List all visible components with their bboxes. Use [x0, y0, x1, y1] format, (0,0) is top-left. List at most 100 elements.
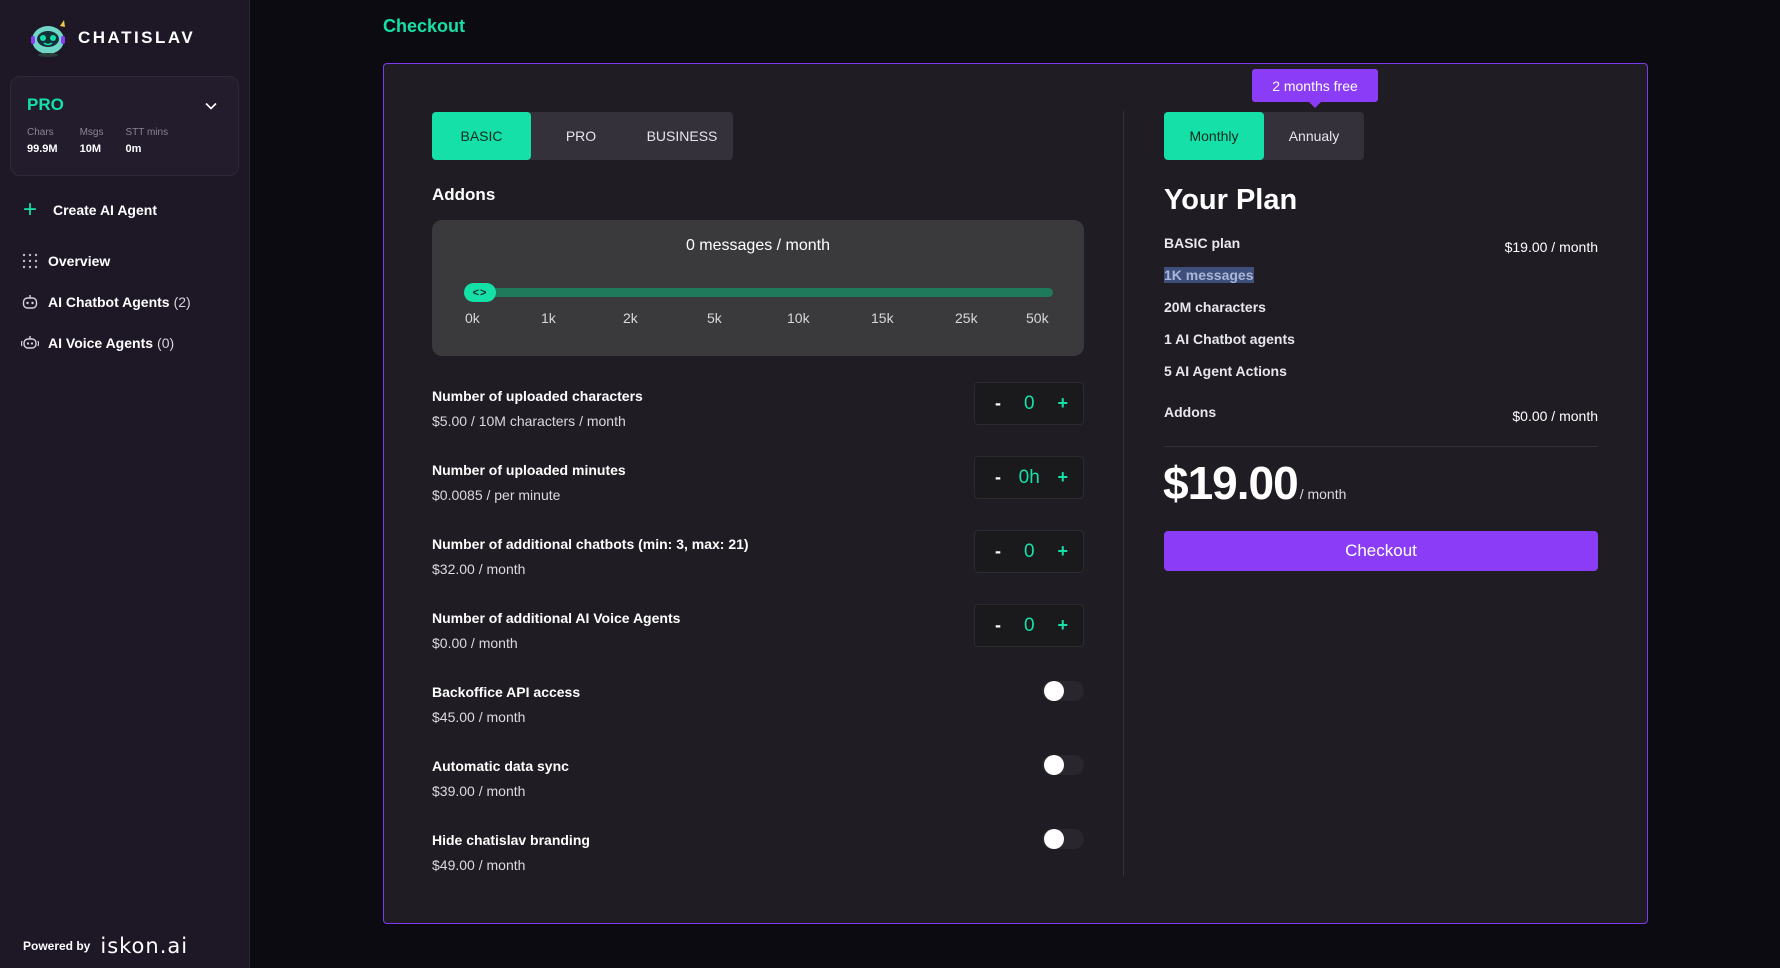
sidebar: CHATISLAV PRO Chars 99.9M Msgs 10M STT m… [0, 0, 250, 968]
addons-heading: Addons [432, 185, 496, 204]
checkout-button[interactable]: Checkout [1164, 531, 1598, 571]
addons-summary-price: $0.00 / month [1512, 408, 1598, 424]
addon-price: $32.00 / month [432, 561, 526, 577]
slider-tick: 5k [707, 310, 722, 326]
voice-robot-icon [21, 336, 39, 349]
decrement-button[interactable]: - [995, 393, 1001, 414]
addon-uploaded-characters: Number of uploaded characters $5.00 / 10… [432, 382, 1084, 436]
decrement-button[interactable]: - [995, 541, 1001, 562]
robot-icon [22, 295, 38, 309]
tab-basic[interactable]: BASIC [432, 112, 531, 160]
create-ai-agent-label: Create AI Agent [53, 202, 157, 218]
stepper-value: 0 [1023, 614, 1035, 636]
minutes-stepper: - 0h + [974, 456, 1084, 499]
addon-backoffice-api: Backoffice API access $45.00 / month [432, 681, 1084, 732]
stepper-value: 0h [1018, 466, 1040, 488]
slider-tick: 25k [955, 310, 978, 326]
plan-selector[interactable]: PRO Chars 99.9M Msgs 10M STT mins 0m [10, 76, 239, 176]
usage-stat-stt: STT mins 0m [125, 127, 168, 155]
addon-price: $0.00 / month [432, 635, 518, 651]
addon-price: $45.00 / month [432, 709, 526, 725]
usage-stat-msgs: Msgs 10M [80, 127, 104, 155]
promo-badge-pointer [1308, 101, 1322, 108]
iskon-logo: iskon.ai [100, 934, 189, 958]
total-unit: / month [1299, 486, 1347, 502]
sidebar-item-chatbot-agents[interactable]: AI Chatbot Agents (2) [21, 293, 191, 311]
column-divider [1123, 111, 1124, 876]
total-price: $19.00 / month [1163, 456, 1346, 510]
stat-label: STT mins [125, 127, 169, 138]
plan-price: $19.00 / month [1504, 239, 1598, 255]
usage-stat-chars: Chars 99.9M [27, 127, 58, 155]
addon-additional-chatbots: Number of additional chatbots (min: 3, m… [432, 530, 1084, 584]
addon-price: $0.0085 / per minute [432, 487, 561, 503]
increment-button[interactable]: + [1057, 467, 1068, 488]
plan-feature: 5 AI Agent Actions [1164, 363, 1287, 379]
sidebar-item-overview[interactable]: Overview [21, 252, 110, 270]
toggle-knob [1044, 829, 1064, 849]
hide-branding-toggle[interactable] [1042, 829, 1084, 849]
current-plan-name: PRO [27, 95, 64, 114]
stat-value: 0m [125, 143, 142, 155]
stepper-value: 0 [1023, 540, 1035, 562]
sidebar-item-label: AI Chatbot Agents [48, 294, 170, 310]
plan-usage-stats: Chars 99.9M Msgs 10M STT mins 0m [27, 127, 190, 155]
sidebar-item-label: AI Voice Agents [48, 335, 154, 351]
addon-name: Number of uploaded minutes [432, 462, 626, 478]
stepper-value: 0 [1023, 392, 1035, 414]
page-title: Checkout [383, 16, 466, 36]
increment-button[interactable]: + [1057, 393, 1068, 414]
voice-agents-stepper: - 0 + [974, 604, 1084, 647]
your-plan-heading: Your Plan [1164, 184, 1298, 216]
tab-monthly[interactable]: Monthly [1164, 112, 1264, 160]
stat-value: 10M [79, 143, 101, 155]
chatbot-logo-icon [31, 20, 65, 57]
toggle-knob [1044, 681, 1064, 701]
addon-name: Number of uploaded characters [432, 388, 643, 404]
sidebar-item-count: (2) [173, 294, 191, 310]
tab-pro[interactable]: PRO [531, 112, 631, 160]
slider-tick: 50k [1026, 310, 1049, 326]
slider-tick: 0k [465, 310, 480, 326]
create-ai-agent-button[interactable]: + Create AI Agent [23, 196, 157, 223]
powered-by[interactable]: Powered by iskon.ai [23, 934, 188, 958]
toggle-knob [1044, 755, 1064, 775]
sidebar-item-voice-agents[interactable]: AI Voice Agents (0) [21, 334, 174, 352]
stat-value: 99.9M [27, 143, 58, 155]
messages-slider-track[interactable] [466, 288, 1053, 297]
backoffice-api-toggle[interactable] [1042, 681, 1084, 701]
chevron-down-icon[interactable] [204, 99, 218, 113]
addon-data-sync: Automatic data sync $39.00 / month [432, 755, 1084, 806]
slider-tick: 10k [787, 310, 810, 326]
grid-dots-icon [22, 253, 38, 269]
summary-divider [1164, 446, 1598, 447]
slider-tick: 2k [623, 310, 638, 326]
addon-price: $39.00 / month [432, 783, 526, 799]
plan-feature: 20M characters [1164, 299, 1266, 315]
slider-arrows-icon: <> [472, 286, 488, 299]
messages-slider-thumb[interactable]: <> [464, 283, 496, 302]
billing-period-tabs: Monthly Annualy [1164, 112, 1364, 160]
addon-name: Number of additional AI Voice Agents [432, 610, 681, 626]
brand[interactable]: CHATISLAV [26, 18, 195, 58]
tab-annually[interactable]: Annualy [1264, 112, 1364, 160]
addon-hide-branding: Hide chatislav branding $49.00 / month [432, 829, 1084, 880]
addon-name: Backoffice API access [432, 684, 581, 700]
sidebar-item-count: (0) [157, 335, 175, 351]
addon-uploaded-minutes: Number of uploaded minutes $0.0085 / per… [432, 456, 1084, 510]
messages-slider-card: 0 messages / month <> 0k 1k 2k 5k 10k 15… [432, 220, 1084, 356]
data-sync-toggle[interactable] [1042, 755, 1084, 775]
addon-name: Automatic data sync [432, 758, 569, 774]
plan-name: BASIC plan [1164, 235, 1241, 251]
slider-tick: 15k [871, 310, 894, 326]
addon-name: Hide chatislav branding [432, 832, 590, 848]
increment-button[interactable]: + [1057, 615, 1068, 636]
increment-button[interactable]: + [1057, 541, 1068, 562]
decrement-button[interactable]: - [995, 467, 1001, 488]
promo-badge: 2 months free [1252, 69, 1378, 102]
plan-feature: 1K messages [1164, 267, 1254, 283]
decrement-button[interactable]: - [995, 615, 1001, 636]
characters-stepper: - 0 + [974, 382, 1084, 425]
plus-icon: + [23, 196, 38, 223]
tab-business[interactable]: BUSINESS [631, 112, 733, 160]
